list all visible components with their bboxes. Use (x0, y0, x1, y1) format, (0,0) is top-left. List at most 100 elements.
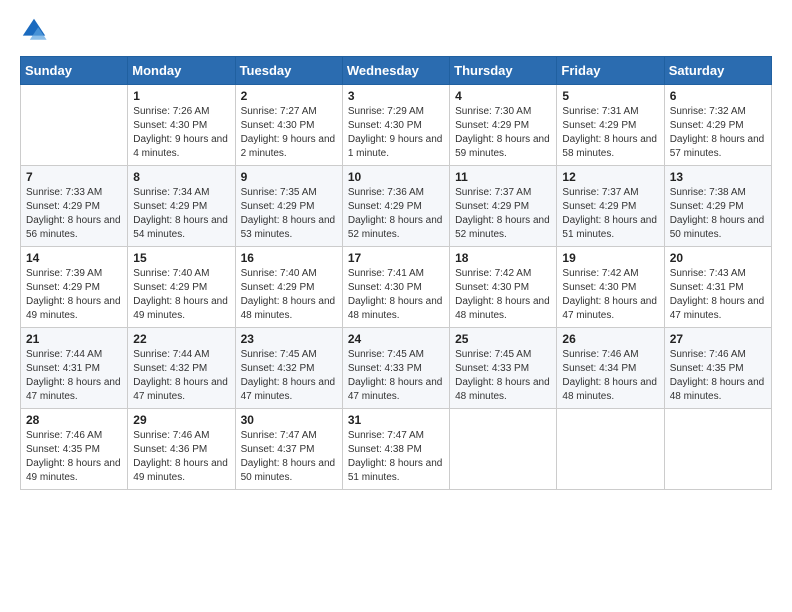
day-info: Sunrise: 7:31 AMSunset: 4:29 PMDaylight:… (562, 105, 658, 161)
day-info: Sunrise: 7:37 AMSunset: 4:29 PMDaylight:… (562, 186, 658, 242)
day-number: 10 (348, 170, 444, 184)
calendar-week-2: 7 Sunrise: 7:33 AMSunset: 4:29 PMDayligh… (21, 166, 772, 247)
day-number: 25 (455, 332, 551, 346)
weekday-header-row: SundayMondayTuesdayWednesdayThursdayFrid… (21, 57, 772, 85)
day-info: Sunrise: 7:39 AMSunset: 4:29 PMDaylight:… (26, 267, 122, 323)
day-number: 1 (133, 89, 229, 103)
day-info: Sunrise: 7:38 AMSunset: 4:29 PMDaylight:… (670, 186, 766, 242)
day-info: Sunrise: 7:32 AMSunset: 4:29 PMDaylight:… (670, 105, 766, 161)
day-number: 30 (241, 413, 337, 427)
day-info: Sunrise: 7:46 AMSunset: 4:35 PMDaylight:… (26, 429, 122, 485)
calendar-cell: 21 Sunrise: 7:44 AMSunset: 4:31 PMDaylig… (21, 328, 128, 409)
day-info: Sunrise: 7:46 AMSunset: 4:34 PMDaylight:… (562, 348, 658, 404)
day-info: Sunrise: 7:43 AMSunset: 4:31 PMDaylight:… (670, 267, 766, 323)
day-info: Sunrise: 7:46 AMSunset: 4:35 PMDaylight:… (670, 348, 766, 404)
calendar-week-3: 14 Sunrise: 7:39 AMSunset: 4:29 PMDaylig… (21, 247, 772, 328)
day-info: Sunrise: 7:35 AMSunset: 4:29 PMDaylight:… (241, 186, 337, 242)
day-info: Sunrise: 7:37 AMSunset: 4:29 PMDaylight:… (455, 186, 551, 242)
day-number: 18 (455, 251, 551, 265)
day-info: Sunrise: 7:47 AMSunset: 4:37 PMDaylight:… (241, 429, 337, 485)
calendar-cell (557, 409, 664, 490)
calendar-table: SundayMondayTuesdayWednesdayThursdayFrid… (20, 56, 772, 490)
calendar-cell: 16 Sunrise: 7:40 AMSunset: 4:29 PMDaylig… (235, 247, 342, 328)
day-info: Sunrise: 7:46 AMSunset: 4:36 PMDaylight:… (133, 429, 229, 485)
day-info: Sunrise: 7:41 AMSunset: 4:30 PMDaylight:… (348, 267, 444, 323)
weekday-thursday: Thursday (450, 57, 557, 85)
day-number: 28 (26, 413, 122, 427)
day-info: Sunrise: 7:45 AMSunset: 4:33 PMDaylight:… (455, 348, 551, 404)
day-info: Sunrise: 7:40 AMSunset: 4:29 PMDaylight:… (133, 267, 229, 323)
day-number: 7 (26, 170, 122, 184)
day-number: 21 (26, 332, 122, 346)
calendar-week-4: 21 Sunrise: 7:44 AMSunset: 4:31 PMDaylig… (21, 328, 772, 409)
calendar-cell: 26 Sunrise: 7:46 AMSunset: 4:34 PMDaylig… (557, 328, 664, 409)
day-info: Sunrise: 7:30 AMSunset: 4:29 PMDaylight:… (455, 105, 551, 161)
logo (20, 16, 52, 44)
day-info: Sunrise: 7:33 AMSunset: 4:29 PMDaylight:… (26, 186, 122, 242)
calendar-cell: 4 Sunrise: 7:30 AMSunset: 4:29 PMDayligh… (450, 85, 557, 166)
day-info: Sunrise: 7:26 AMSunset: 4:30 PMDaylight:… (133, 105, 229, 161)
day-number: 6 (670, 89, 766, 103)
calendar-cell: 11 Sunrise: 7:37 AMSunset: 4:29 PMDaylig… (450, 166, 557, 247)
header (20, 16, 772, 44)
calendar-week-5: 28 Sunrise: 7:46 AMSunset: 4:35 PMDaylig… (21, 409, 772, 490)
day-number: 16 (241, 251, 337, 265)
day-number: 4 (455, 89, 551, 103)
day-info: Sunrise: 7:45 AMSunset: 4:33 PMDaylight:… (348, 348, 444, 404)
day-number: 9 (241, 170, 337, 184)
day-info: Sunrise: 7:36 AMSunset: 4:29 PMDaylight:… (348, 186, 444, 242)
calendar-cell: 14 Sunrise: 7:39 AMSunset: 4:29 PMDaylig… (21, 247, 128, 328)
day-info: Sunrise: 7:42 AMSunset: 4:30 PMDaylight:… (455, 267, 551, 323)
day-number: 12 (562, 170, 658, 184)
day-number: 14 (26, 251, 122, 265)
calendar-cell (450, 409, 557, 490)
calendar-cell: 5 Sunrise: 7:31 AMSunset: 4:29 PMDayligh… (557, 85, 664, 166)
day-info: Sunrise: 7:29 AMSunset: 4:30 PMDaylight:… (348, 105, 444, 161)
day-number: 5 (562, 89, 658, 103)
calendar-cell: 18 Sunrise: 7:42 AMSunset: 4:30 PMDaylig… (450, 247, 557, 328)
day-number: 17 (348, 251, 444, 265)
weekday-friday: Friday (557, 57, 664, 85)
weekday-monday: Monday (128, 57, 235, 85)
weekday-saturday: Saturday (664, 57, 771, 85)
calendar-cell: 17 Sunrise: 7:41 AMSunset: 4:30 PMDaylig… (342, 247, 449, 328)
day-number: 27 (670, 332, 766, 346)
calendar-cell: 24 Sunrise: 7:45 AMSunset: 4:33 PMDaylig… (342, 328, 449, 409)
day-number: 23 (241, 332, 337, 346)
calendar-cell: 28 Sunrise: 7:46 AMSunset: 4:35 PMDaylig… (21, 409, 128, 490)
calendar-cell: 8 Sunrise: 7:34 AMSunset: 4:29 PMDayligh… (128, 166, 235, 247)
day-info: Sunrise: 7:40 AMSunset: 4:29 PMDaylight:… (241, 267, 337, 323)
calendar-cell: 1 Sunrise: 7:26 AMSunset: 4:30 PMDayligh… (128, 85, 235, 166)
calendar-cell: 27 Sunrise: 7:46 AMSunset: 4:35 PMDaylig… (664, 328, 771, 409)
calendar-cell: 20 Sunrise: 7:43 AMSunset: 4:31 PMDaylig… (664, 247, 771, 328)
day-number: 11 (455, 170, 551, 184)
calendar-cell: 7 Sunrise: 7:33 AMSunset: 4:29 PMDayligh… (21, 166, 128, 247)
calendar-cell: 3 Sunrise: 7:29 AMSunset: 4:30 PMDayligh… (342, 85, 449, 166)
calendar-cell: 22 Sunrise: 7:44 AMSunset: 4:32 PMDaylig… (128, 328, 235, 409)
day-info: Sunrise: 7:27 AMSunset: 4:30 PMDaylight:… (241, 105, 337, 161)
calendar-cell: 10 Sunrise: 7:36 AMSunset: 4:29 PMDaylig… (342, 166, 449, 247)
day-number: 8 (133, 170, 229, 184)
day-number: 20 (670, 251, 766, 265)
day-number: 29 (133, 413, 229, 427)
day-number: 24 (348, 332, 444, 346)
calendar-cell: 29 Sunrise: 7:46 AMSunset: 4:36 PMDaylig… (128, 409, 235, 490)
day-number: 26 (562, 332, 658, 346)
calendar-cell: 9 Sunrise: 7:35 AMSunset: 4:29 PMDayligh… (235, 166, 342, 247)
logo-icon (20, 16, 48, 44)
calendar-cell: 25 Sunrise: 7:45 AMSunset: 4:33 PMDaylig… (450, 328, 557, 409)
calendar-cell: 30 Sunrise: 7:47 AMSunset: 4:37 PMDaylig… (235, 409, 342, 490)
calendar-week-1: 1 Sunrise: 7:26 AMSunset: 4:30 PMDayligh… (21, 85, 772, 166)
day-info: Sunrise: 7:42 AMSunset: 4:30 PMDaylight:… (562, 267, 658, 323)
calendar-cell: 23 Sunrise: 7:45 AMSunset: 4:32 PMDaylig… (235, 328, 342, 409)
day-number: 19 (562, 251, 658, 265)
day-info: Sunrise: 7:34 AMSunset: 4:29 PMDaylight:… (133, 186, 229, 242)
calendar-cell: 15 Sunrise: 7:40 AMSunset: 4:29 PMDaylig… (128, 247, 235, 328)
calendar-cell (664, 409, 771, 490)
calendar-cell: 6 Sunrise: 7:32 AMSunset: 4:29 PMDayligh… (664, 85, 771, 166)
weekday-sunday: Sunday (21, 57, 128, 85)
day-info: Sunrise: 7:44 AMSunset: 4:31 PMDaylight:… (26, 348, 122, 404)
calendar-cell: 31 Sunrise: 7:47 AMSunset: 4:38 PMDaylig… (342, 409, 449, 490)
day-number: 31 (348, 413, 444, 427)
day-number: 2 (241, 89, 337, 103)
